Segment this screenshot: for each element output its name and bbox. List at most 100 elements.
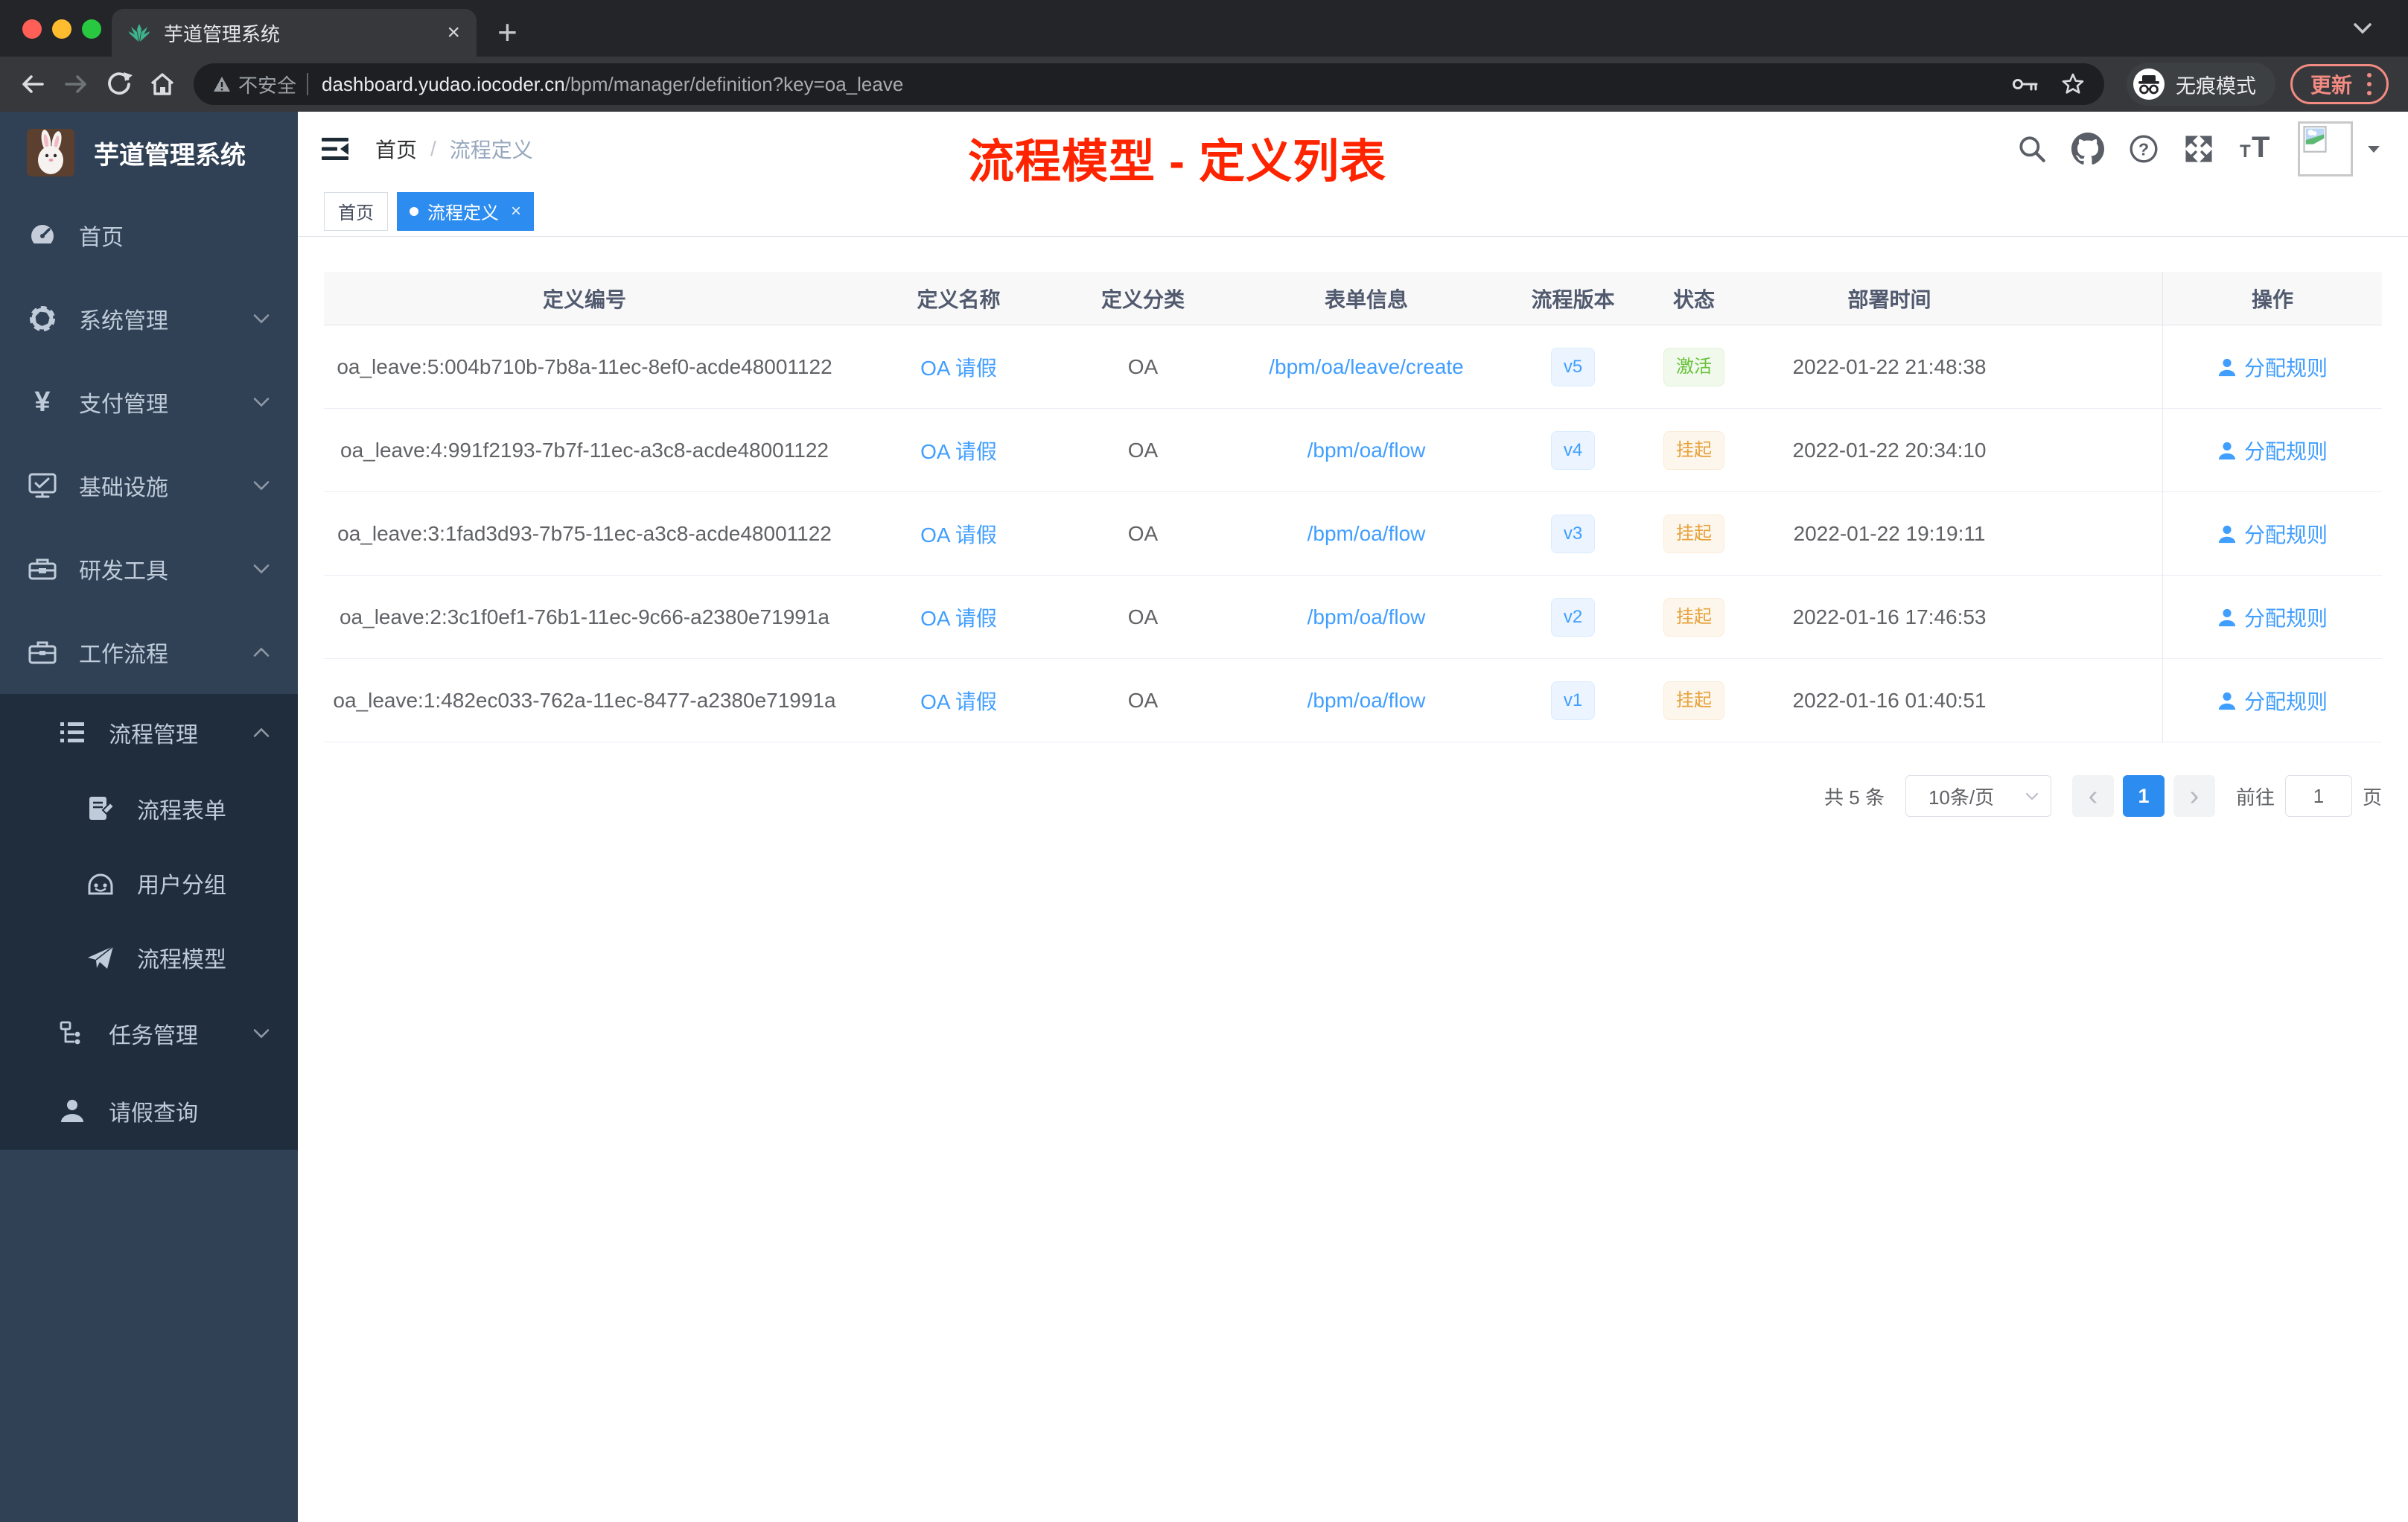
bookmark-star-icon[interactable] bbox=[2061, 72, 2085, 96]
form-link[interactable]: /bpm/oa/flow bbox=[1307, 522, 1426, 545]
update-label[interactable]: 更新 bbox=[2310, 69, 2352, 99]
help-icon[interactable]: ? bbox=[2128, 133, 2159, 165]
status-badge: 挂起 bbox=[1663, 430, 1724, 470]
group-face-icon bbox=[85, 870, 116, 897]
briefcase-icon bbox=[27, 637, 58, 667]
font-size-icon[interactable]: T T bbox=[2238, 133, 2274, 165]
sidebar-item-label: 请假查询 bbox=[109, 1101, 198, 1126]
sidebar-item-user-group[interactable]: 用户分组 bbox=[0, 846, 298, 920]
tag-home[interactable]: 首页 bbox=[324, 191, 388, 231]
cell-category: OA bbox=[1072, 492, 1214, 576]
sidebar-item-label: 支付管理 bbox=[79, 392, 168, 417]
table-row: oa_leave:3:1fad3d93-7b75-11ec-a3c8-acde4… bbox=[324, 492, 2382, 576]
definition-name-link[interactable]: OA 请假 bbox=[920, 523, 997, 547]
cell-id: oa_leave:5:004b710b-7b8a-11ec-8ef0-acde4… bbox=[324, 325, 845, 409]
close-window-button[interactable] bbox=[22, 19, 42, 39]
sidebar-item-label: 流程模型 bbox=[137, 948, 226, 972]
sidebar-item-infrastructure[interactable]: 基础设施 bbox=[0, 444, 298, 527]
new-tab-button[interactable]: + bbox=[497, 15, 517, 49]
sidebar-item-home[interactable]: 首页 bbox=[0, 194, 298, 277]
col-header-status: 状态 bbox=[1627, 272, 1761, 325]
url-bar[interactable]: 不安全 dashboard.yudao.iocoder.cn/bpm/manag… bbox=[194, 63, 2104, 105]
form-link[interactable]: /bpm/oa/leave/create bbox=[1269, 355, 1464, 378]
assign-rule-link[interactable]: 分配规则 bbox=[2217, 602, 2328, 632]
goto-label: 前往 bbox=[2235, 786, 2275, 809]
cell-id: oa_leave:2:3c1f0ef1-76b1-11ec-9c66-a2380… bbox=[324, 576, 845, 659]
svg-text:T: T bbox=[2252, 133, 2270, 164]
home-icon[interactable] bbox=[143, 65, 182, 104]
assign-rule-link[interactable]: 分配规则 bbox=[2217, 436, 2328, 465]
sidebar-item-task-manage[interactable]: 任务管理 bbox=[0, 995, 298, 1072]
search-icon[interactable] bbox=[2016, 133, 2048, 165]
sidebar-item-workflow[interactable]: 工作流程 bbox=[0, 611, 298, 694]
logo-rabbit-image bbox=[27, 129, 74, 176]
assign-rule-link[interactable]: 分配规则 bbox=[2217, 686, 2328, 716]
col-header-category: 定义分类 bbox=[1072, 272, 1214, 325]
password-key-icon[interactable] bbox=[2012, 76, 2039, 92]
browser-tab[interactable]: 芋道管理系统 × bbox=[112, 9, 477, 57]
sidebar-item-leave-query[interactable]: 请假查询 bbox=[0, 1072, 298, 1150]
sidebar-item-process-manage[interactable]: 流程管理 bbox=[0, 694, 298, 771]
tab-search-chevron-icon[interactable] bbox=[2353, 22, 2372, 34]
col-header-name: 定义名称 bbox=[845, 272, 1072, 325]
tag-process-definition[interactable]: 流程定义 × bbox=[397, 191, 535, 231]
version-badge: v2 bbox=[1550, 597, 1596, 637]
goto-page-input[interactable] bbox=[2284, 775, 2352, 817]
current-page-button[interactable]: 1 bbox=[2122, 775, 2165, 817]
svg-text:?: ? bbox=[2138, 139, 2149, 159]
chevron-down-icon bbox=[253, 481, 270, 491]
form-link[interactable]: /bpm/oa/flow bbox=[1307, 439, 1426, 462]
breadcrumb-home[interactable]: 首页 bbox=[375, 134, 417, 164]
page-size-select[interactable]: 10条/页 bbox=[1905, 775, 2051, 817]
tag-close-icon[interactable]: × bbox=[511, 201, 521, 222]
broken-image-icon bbox=[2303, 126, 2327, 153]
browser-menu-icon[interactable] bbox=[2367, 73, 2372, 95]
avatar-caret-down-icon[interactable] bbox=[2366, 144, 2381, 153]
cell-category: OA bbox=[1072, 325, 1214, 409]
sidebar-item-process-model[interactable]: 流程模型 bbox=[0, 920, 298, 995]
assign-rule-link[interactable]: 分配规则 bbox=[2217, 352, 2328, 382]
url-path[interactable]: /bpm/manager/definition?key=oa_leave bbox=[565, 73, 904, 96]
next-page-button[interactable]: › bbox=[2173, 775, 2215, 817]
definition-name-link[interactable]: OA 请假 bbox=[920, 357, 997, 380]
sidebar-logo[interactable]: 芋道管理系统 bbox=[0, 112, 298, 194]
sidebar-item-devtools[interactable]: 研发工具 bbox=[0, 527, 298, 611]
avatar[interactable] bbox=[2298, 121, 2353, 176]
fullscreen-icon[interactable] bbox=[2183, 133, 2214, 165]
definition-name-link[interactable]: OA 请假 bbox=[920, 607, 997, 630]
sidebar-item-label: 流程表单 bbox=[137, 799, 226, 824]
prev-page-button[interactable]: ‹ bbox=[2071, 775, 2114, 817]
window-controls[interactable] bbox=[22, 19, 101, 39]
definition-name-link[interactable]: OA 请假 bbox=[920, 440, 997, 463]
version-badge: v4 bbox=[1550, 430, 1596, 470]
minimize-window-button[interactable] bbox=[52, 19, 71, 39]
table-row: oa_leave:5:004b710b-7b8a-11ec-8ef0-acde4… bbox=[324, 325, 2382, 409]
github-icon[interactable] bbox=[2071, 133, 2104, 165]
form-link[interactable]: /bpm/oa/flow bbox=[1307, 689, 1426, 712]
maximize-window-button[interactable] bbox=[82, 19, 101, 39]
incognito-icon bbox=[2133, 68, 2165, 101]
sidebar-menu: 首页 系统管理 ¥ 支付管理 基础设施 研发工具 工作流程 流程管理 流程表单 … bbox=[0, 194, 298, 1150]
reload-icon[interactable] bbox=[100, 65, 138, 104]
sidebar-fold-icon[interactable] bbox=[320, 136, 350, 162]
list-tree-icon bbox=[57, 719, 88, 746]
cell-time: 2022-01-22 21:48:38 bbox=[1761, 325, 2018, 409]
security-label[interactable]: 不安全 bbox=[238, 71, 296, 98]
sidebar-item-system[interactable]: 系统管理 bbox=[0, 277, 298, 360]
url-domain[interactable]: dashboard.yudao.iocoder.cn bbox=[322, 73, 565, 96]
table-row: oa_leave:4:991f2193-7b7f-11ec-a3c8-acde4… bbox=[324, 409, 2382, 492]
favicon-leaf-icon bbox=[128, 22, 150, 44]
definition-name-link[interactable]: OA 请假 bbox=[920, 690, 997, 713]
tab-close-icon[interactable]: × bbox=[447, 22, 460, 44]
table-row: oa_leave:2:3c1f0ef1-76b1-11ec-9c66-a2380… bbox=[324, 576, 2382, 659]
back-icon[interactable] bbox=[13, 65, 52, 104]
forward-icon[interactable] bbox=[57, 65, 95, 104]
sidebar-item-label: 基础设施 bbox=[79, 476, 168, 500]
assign-rule-link[interactable]: 分配规则 bbox=[2217, 519, 2328, 549]
form-link[interactable]: /bpm/oa/flow bbox=[1307, 605, 1426, 628]
status-badge: 挂起 bbox=[1663, 597, 1724, 637]
sidebar-item-payment[interactable]: ¥ 支付管理 bbox=[0, 360, 298, 444]
chevron-up-icon bbox=[253, 647, 270, 657]
sidebar-item-process-form[interactable]: 流程表单 bbox=[0, 771, 298, 846]
update-button[interactable]: 更新 bbox=[2290, 64, 2389, 104]
